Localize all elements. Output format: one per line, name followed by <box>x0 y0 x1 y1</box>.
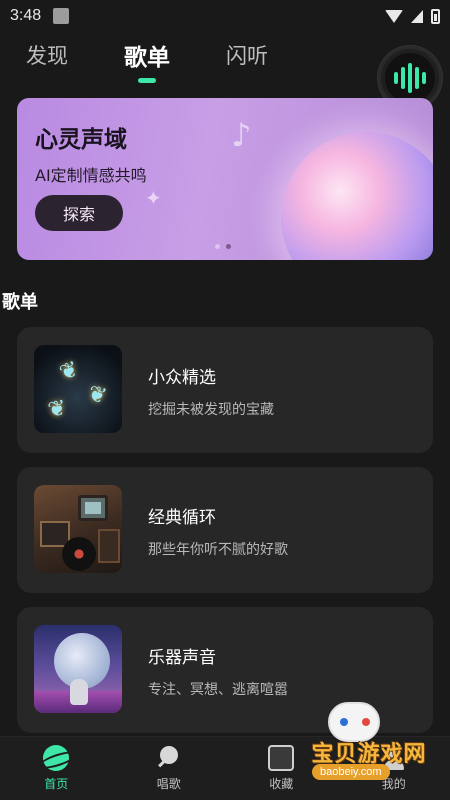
playlist-list: ❦ ❦ ❦ 小众精选 挖掘未被发现的宝藏 经典循环 那些年你听不腻的好歌 乐器声… <box>17 327 433 747</box>
nav-sing[interactable]: 唱歌 <box>113 737 226 800</box>
planet-icon <box>43 745 70 771</box>
tab-playlists-label: 歌单 <box>124 45 170 71</box>
playlist-card[interactable]: 经典循环 那些年你听不腻的好歌 <box>17 467 433 593</box>
playlist-cover-butterflies: ❦ ❦ ❦ <box>34 345 122 433</box>
tab-discover[interactable]: 发现 <box>26 40 68 70</box>
site-watermark: 宝贝游戏网 baobeiy.com <box>294 700 444 790</box>
playlist-card[interactable]: ❦ ❦ ❦ 小众精选 挖掘未被发现的宝藏 <box>17 327 433 453</box>
playlist-title: 经典循环 <box>148 508 216 528</box>
carousel-dot[interactable] <box>215 244 220 249</box>
playlist-title: 乐器声音 <box>148 648 216 668</box>
banner-title: 心灵声域 <box>35 127 127 153</box>
planet-illustration <box>281 132 433 260</box>
wifi-icon <box>385 9 403 23</box>
banner-subtitle: AI定制情感共鸣 <box>35 166 147 185</box>
carousel-dots <box>215 244 231 249</box>
tab-playlists[interactable]: 歌单 <box>124 38 170 83</box>
favorites-icon <box>268 745 295 771</box>
banner[interactable]: ♪ ✦ 心灵声域 AI定制情感共鸣 探索 <box>17 98 433 260</box>
explore-button[interactable]: 探索 <box>35 195 123 231</box>
active-tab-indicator <box>138 78 156 83</box>
section-title: 歌单 <box>2 292 38 313</box>
microphone-icon <box>156 745 182 771</box>
status-time: 3:48 <box>10 7 42 24</box>
tab-flash-listen[interactable]: 闪听 <box>226 40 268 70</box>
carousel-dot-active[interactable] <box>226 244 231 249</box>
nav-home[interactable]: 首页 <box>0 737 113 800</box>
watermark-domain: baobeiy.com <box>312 764 390 780</box>
sparkle-icon: ✦ <box>145 186 162 210</box>
playlist-title: 小众精选 <box>148 368 216 388</box>
notification-icon <box>53 8 70 24</box>
playlist-description: 专注、冥想、逃离喧嚣 <box>148 682 288 698</box>
nav-label: 收藏 <box>269 777 294 791</box>
playlist-description: 那些年你听不腻的好歌 <box>148 542 288 558</box>
playlist-description: 挖掘未被发现的宝藏 <box>148 402 274 418</box>
top-tabs: 发现 歌单 闪听 <box>26 38 324 83</box>
nav-label: 唱歌 <box>156 777 181 791</box>
status-icons <box>385 8 440 24</box>
battery-icon <box>431 8 440 24</box>
playlist-cover-moon <box>34 625 122 713</box>
soundwave-icon <box>385 53 435 103</box>
signal-icon <box>411 9 423 23</box>
playlist-cover-retro <box>34 485 122 573</box>
music-note-icon: ♪ <box>231 116 252 154</box>
nav-label: 首页 <box>44 777 69 791</box>
status-bar: 3:48 <box>0 0 450 32</box>
